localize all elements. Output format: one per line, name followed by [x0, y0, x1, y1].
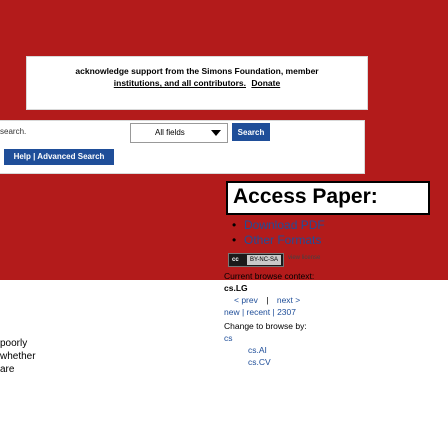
download-links: Download PDF Other Formats — [232, 218, 325, 248]
new-recent-links[interactable]: new | recent | 2307 — [224, 306, 296, 318]
ack-text: acknowledge support from the Simons Foun… — [75, 66, 319, 76]
prev-next-row: < prev | next > — [234, 294, 300, 306]
browse-context-label: Current browse context: — [224, 271, 315, 281]
acknowledgement-links: institutions, and all contributors. Dona… — [27, 77, 367, 89]
access-paper-box: Access Paper: — [226, 181, 430, 215]
body-text-fragment: whether — [0, 351, 36, 362]
browse-cs-ai-link[interactable]: cs.AI — [248, 344, 267, 356]
search-input-fragment[interactable]: search. — [0, 127, 26, 136]
browse-cs-cv-link[interactable]: cs.CV — [248, 356, 271, 368]
next-link[interactable]: next > — [277, 295, 300, 305]
acknowledgement-text: acknowledge support from the Simons Foun… — [27, 65, 367, 77]
view-license-link[interactable]: view license — [288, 255, 320, 261]
search-field-select[interactable]: All fields — [130, 123, 228, 143]
browse-cv-text[interactable]: cs.CV — [248, 357, 271, 367]
body-text-fragment: poorly — [0, 338, 28, 349]
download-pdf-link[interactable]: Download PDF — [232, 218, 325, 233]
browse-ai-text[interactable]: cs.AI — [248, 345, 267, 355]
separator: | — [266, 295, 269, 305]
body-text-fragment: are — [0, 364, 15, 375]
other-formats-link[interactable]: Other Formats — [232, 233, 325, 248]
new-recent-text[interactable]: new | recent | 2307 — [224, 307, 296, 317]
browse-cs-text[interactable]: cs — [224, 333, 233, 343]
help-advanced-search-link[interactable]: Help | Advanced Search — [4, 149, 114, 165]
search-button[interactable]: Search — [232, 123, 270, 141]
search-field-label: All fields — [155, 128, 185, 137]
cc-license-badge[interactable]: cc BY-NC-SA — [228, 253, 284, 267]
access-paper-heading: Access Paper: — [233, 185, 378, 208]
cc-icon: cc — [232, 257, 239, 263]
prev-link[interactable]: < prev — [234, 295, 258, 305]
chevron-down-icon — [211, 130, 221, 136]
browse-cs-link[interactable]: cs — [224, 332, 233, 344]
donate-link[interactable]: Donate — [251, 78, 280, 88]
browse-context-value: cs.LG — [224, 283, 248, 293]
license-type: BY-NC-SA — [247, 255, 281, 265]
change-browse-label: Change to browse by: — [224, 321, 307, 331]
acknowledgement-banner: acknowledge support from the Simons Foun… — [26, 56, 368, 110]
contributors-link[interactable]: institutions, and all contributors. — [114, 78, 246, 88]
search-panel: search. All fields Search Help | Advance… — [0, 120, 365, 174]
site-header: acknowledge support from the Simons Foun… — [0, 0, 448, 280]
